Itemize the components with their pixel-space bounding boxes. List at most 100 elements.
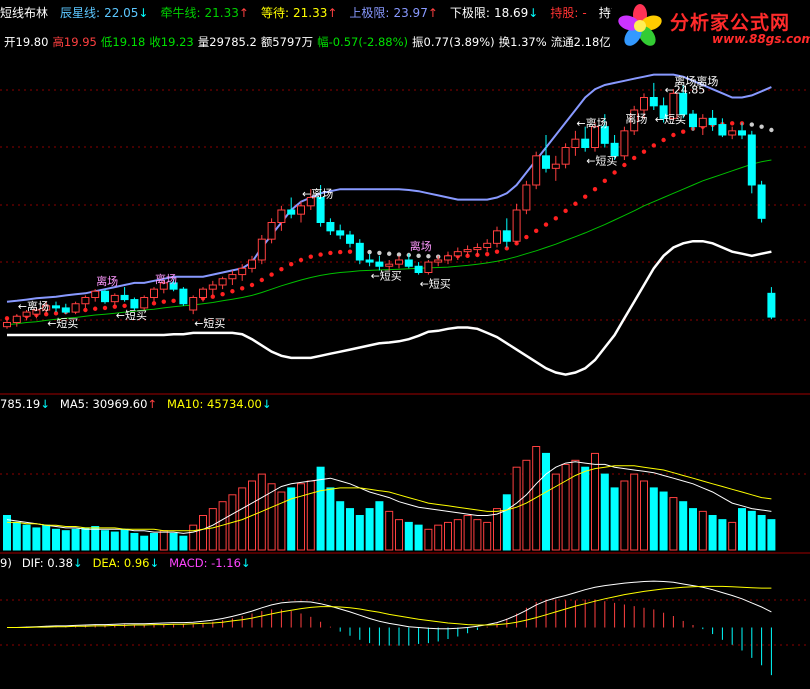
mid-band-dot bbox=[553, 216, 558, 221]
mid-band-dot bbox=[602, 178, 607, 184]
arrow-icon: ↑ bbox=[147, 397, 158, 411]
header-value: 22.05 bbox=[104, 6, 139, 20]
volume-bar bbox=[630, 473, 639, 551]
dea-line bbox=[7, 585, 772, 628]
mid-band-dot bbox=[112, 304, 118, 309]
volume_header-value: MA5: 30969.60 bbox=[59, 397, 148, 411]
arrow-icon: ↑ bbox=[238, 6, 249, 20]
header-value: 21.33 bbox=[204, 6, 239, 20]
mid-band-dot bbox=[338, 249, 343, 255]
candle-body bbox=[502, 230, 511, 242]
volume-bar bbox=[493, 508, 501, 551]
quote-item: 幅-0.57(-2.88%) bbox=[317, 35, 409, 49]
volume-bar bbox=[375, 501, 384, 551]
candle-body bbox=[81, 297, 90, 305]
header-value: 21.33 bbox=[293, 6, 328, 20]
candle-body bbox=[542, 155, 550, 169]
candle-body bbox=[630, 109, 639, 132]
candle-body bbox=[424, 261, 433, 274]
stock-chart[interactable]: ←离场←短买离场←短买离场←短买←离场←短买离场←短买←离场←短买离场 ←短买←2… bbox=[0, 0, 810, 689]
mid-band-dot bbox=[44, 311, 49, 317]
signal-label: ←短买 bbox=[47, 316, 78, 330]
volume-bar bbox=[3, 515, 11, 551]
volume-bar bbox=[287, 487, 296, 551]
mid-band-dot bbox=[583, 194, 588, 199]
lower-band-line bbox=[7, 239, 772, 376]
candle-body bbox=[355, 242, 364, 261]
volume-bar bbox=[120, 528, 129, 551]
candle-body bbox=[71, 303, 80, 313]
volume-bar bbox=[218, 501, 227, 551]
volume-bar bbox=[551, 473, 560, 551]
mid-band-dot bbox=[534, 228, 539, 234]
candle-body bbox=[189, 297, 198, 311]
candle-body bbox=[581, 138, 590, 149]
mid-band-dot bbox=[612, 170, 617, 175]
volume-bar bbox=[747, 510, 756, 551]
mid-band-dot bbox=[200, 296, 206, 301]
candle-body bbox=[640, 97, 648, 111]
volume-bar bbox=[91, 526, 100, 551]
quote-item: 额5797万 bbox=[260, 35, 314, 49]
header-label: 等待: bbox=[260, 6, 289, 20]
candle-body bbox=[91, 290, 100, 298]
volume-bar bbox=[277, 491, 286, 551]
mid-band-dot bbox=[406, 252, 411, 258]
arrow-icon: ↓ bbox=[261, 397, 272, 411]
signal-label: 离场 bbox=[410, 239, 432, 253]
mid-band-dot bbox=[720, 121, 725, 127]
candle-body bbox=[101, 290, 109, 303]
macd-header: 9) DIF: 0.38↓ DEA: 0.96↓ MACD: -1.16↓ bbox=[0, 556, 261, 570]
signal-label: 离场 bbox=[625, 112, 647, 126]
candle-body bbox=[610, 142, 619, 157]
volume-bar bbox=[728, 521, 737, 551]
mid-band-dot bbox=[690, 126, 696, 131]
mid-band-dot bbox=[730, 121, 735, 126]
volume-bar bbox=[591, 452, 599, 551]
volume-bar bbox=[199, 515, 207, 551]
arrow-icon: ↑ bbox=[327, 6, 338, 20]
volume-bar bbox=[140, 535, 149, 551]
header-label: 上极限: bbox=[349, 6, 390, 20]
volume-bar bbox=[444, 521, 452, 551]
volume-bar bbox=[610, 487, 619, 551]
mid-band-dot bbox=[681, 129, 686, 134]
candle-body bbox=[747, 134, 756, 186]
mid-band-dot bbox=[73, 308, 78, 314]
volume-bar bbox=[248, 480, 256, 551]
signal-label: ←离场 bbox=[576, 116, 607, 130]
mid-band-dot bbox=[396, 252, 402, 257]
mid-band-dot bbox=[132, 302, 137, 308]
volume-bar bbox=[257, 473, 266, 551]
mid-band-dot bbox=[455, 254, 460, 259]
volume-ma5-line bbox=[6, 461, 772, 534]
mid-band-dot bbox=[151, 301, 157, 306]
candle-body bbox=[659, 105, 668, 119]
dif-line bbox=[7, 580, 772, 630]
candle-body bbox=[689, 113, 697, 128]
mid-band-dot bbox=[367, 249, 372, 255]
mid-band-dot bbox=[24, 314, 29, 319]
quote-item: 换1.37% bbox=[498, 35, 547, 49]
mid-band-dot bbox=[161, 299, 166, 304]
candle-body bbox=[248, 259, 256, 269]
candle-body bbox=[463, 249, 472, 253]
candle-body bbox=[512, 209, 521, 242]
volume-bar bbox=[689, 508, 697, 551]
volume-bar bbox=[473, 519, 482, 551]
volume-bar bbox=[395, 519, 403, 551]
candle-body bbox=[561, 147, 570, 165]
mid-band-dot bbox=[142, 301, 147, 307]
volume-bar bbox=[32, 527, 41, 551]
volume-ma10-line bbox=[7, 465, 772, 532]
mid-band-dot bbox=[259, 277, 264, 283]
candle-body bbox=[522, 184, 531, 211]
header-label: 牵牛线: bbox=[160, 6, 201, 20]
logo-url: www.88gs.com bbox=[712, 32, 810, 46]
mid-band-dot bbox=[622, 162, 627, 168]
quote-item: 高19.95 bbox=[52, 35, 97, 49]
volume-bar bbox=[669, 497, 678, 551]
mid-band-dot bbox=[436, 254, 441, 259]
volume_header-value: MA10: 45734.00 bbox=[167, 397, 262, 411]
candle-body bbox=[473, 247, 482, 251]
